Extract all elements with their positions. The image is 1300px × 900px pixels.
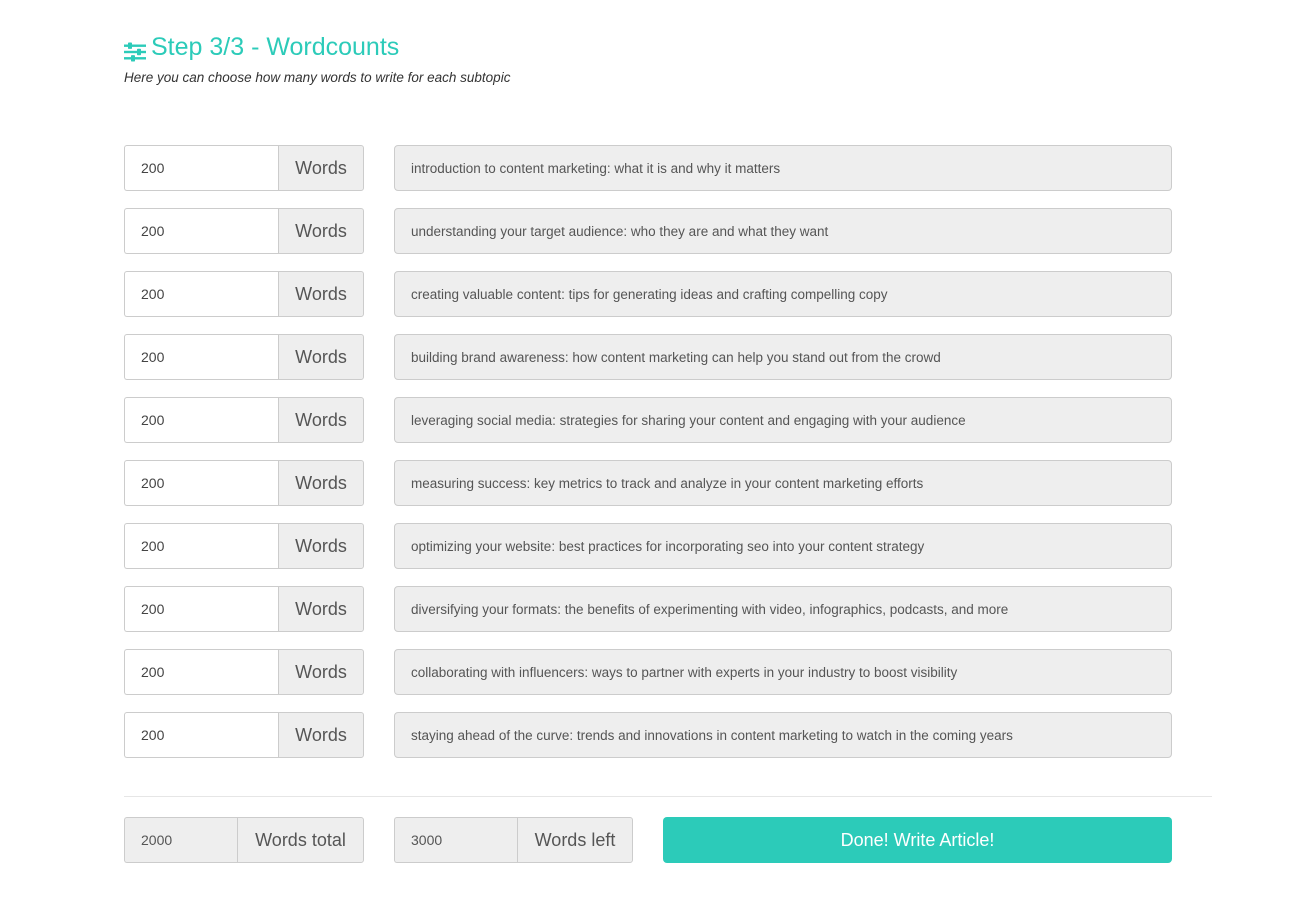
words-unit-label: Words [278, 460, 364, 506]
word-count-group: Words [124, 397, 364, 443]
header: Step 3/3 - Wordcounts Here you can choos… [124, 30, 510, 85]
word-count-group: Words [124, 271, 364, 317]
subtopic-row: Words creating valuable content: tips for… [124, 271, 1172, 317]
words-unit-label: Words [278, 649, 364, 695]
subtopic-row: Words optimizing your website: best pract… [124, 523, 1172, 569]
words-unit-label: Words [278, 271, 364, 317]
word-count-input[interactable] [124, 712, 278, 758]
sliders-icon [124, 37, 146, 62]
word-count-group: Words [124, 208, 364, 254]
page-title-text: Step 3/3 - Wordcounts [151, 33, 400, 61]
words-unit-label: Words [278, 208, 364, 254]
subtopic-text: creating valuable content: tips for gene… [394, 271, 1172, 317]
words-unit-label: Words [278, 145, 364, 191]
subtopic-text: measuring success: key metrics to track … [394, 460, 1172, 506]
word-count-input[interactable] [124, 271, 278, 317]
subtopic-row: Words building brand awareness: how conte… [124, 334, 1172, 380]
subtopic-text: collaborating with influencers: ways to … [394, 649, 1172, 695]
word-count-input[interactable] [124, 334, 278, 380]
write-article-button[interactable]: Done! Write Article! [663, 817, 1172, 863]
subtopic-text: building brand awareness: how content ma… [394, 334, 1172, 380]
words-unit-label: Words [278, 334, 364, 380]
page-subtitle: Here you can choose how many words to wr… [124, 70, 511, 85]
word-count-group: Words [124, 586, 364, 632]
words-left-value: 3000 [394, 817, 517, 863]
subtopic-row: Words leveraging social media: strategies… [124, 397, 1172, 443]
words-total-label: Words total [237, 817, 364, 863]
page: Step 3/3 - Wordcounts Here you can choos… [0, 0, 1300, 900]
footer: 2000 Words total 3000 Words left Done! W… [124, 817, 1172, 863]
subtopic-text: understanding your target audience: who … [394, 208, 1172, 254]
subtopic-text: staying ahead of the curve: trends and i… [394, 712, 1172, 758]
word-count-input[interactable] [124, 145, 278, 191]
words-total-group: 2000 Words total [124, 817, 364, 863]
word-count-group: Words [124, 649, 364, 695]
page-title: Step 3/3 - Wordcounts [124, 30, 510, 64]
subtopic-row: Words understanding your target audience:… [124, 208, 1172, 254]
subtopic-row: Words diversifying your formats: the bene… [124, 586, 1172, 632]
word-count-input[interactable] [124, 397, 278, 443]
subtopic-list: Words introduction to content marketing: … [124, 145, 1172, 758]
words-left-group: 3000 Words left [394, 817, 633, 863]
subtopic-text: introduction to content marketing: what … [394, 145, 1172, 191]
word-count-input[interactable] [124, 649, 278, 695]
subtopic-row: Words staying ahead of the curve: trends … [124, 712, 1172, 758]
word-count-group: Words [124, 712, 364, 758]
words-left-label: Words left [517, 817, 633, 863]
subtopic-text: leveraging social media: strategies for … [394, 397, 1172, 443]
word-count-input[interactable] [124, 523, 278, 569]
words-unit-label: Words [278, 586, 364, 632]
word-count-group: Words [124, 460, 364, 506]
word-count-group: Words [124, 523, 364, 569]
words-unit-label: Words [278, 712, 364, 758]
subtopic-text: diversifying your formats: the benefits … [394, 586, 1172, 632]
divider [124, 796, 1212, 797]
subtopic-row: Words collaborating with influencers: way… [124, 649, 1172, 695]
word-count-input[interactable] [124, 208, 278, 254]
words-total-value: 2000 [124, 817, 237, 863]
subtopic-text: optimizing your website: best practices … [394, 523, 1172, 569]
word-count-group: Words [124, 145, 364, 191]
word-count-input[interactable] [124, 460, 278, 506]
word-count-input[interactable] [124, 586, 278, 632]
words-unit-label: Words [278, 397, 364, 443]
subtopic-row: Words introduction to content marketing: … [124, 145, 1172, 191]
word-count-group: Words [124, 334, 364, 380]
words-unit-label: Words [278, 523, 364, 569]
subtopic-row: Words measuring success: key metrics to t… [124, 460, 1172, 506]
